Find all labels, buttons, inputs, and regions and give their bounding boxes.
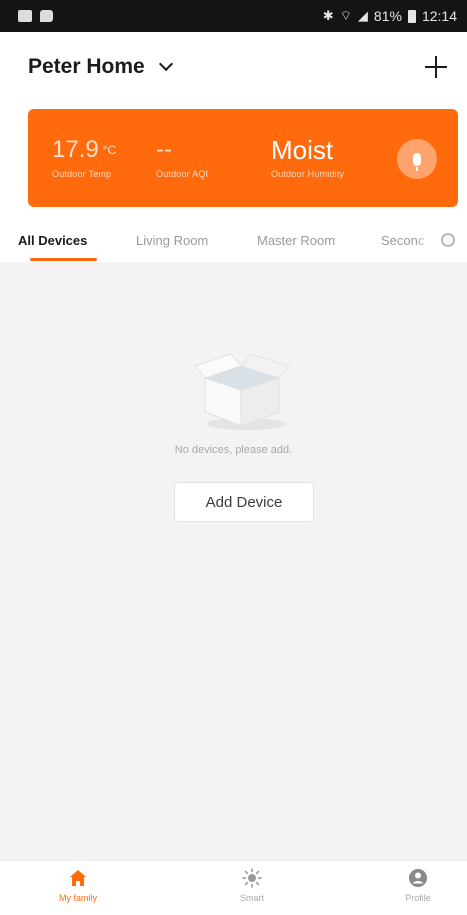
room-tabs: All Devices Living Room Master Room Seco… [0,218,467,262]
home-name: Peter Home [28,55,145,78]
temp-unit: °C [102,143,117,157]
humidity-label: Outdoor Humidity [271,169,345,179]
battery-percent: 81% [373,8,402,24]
message-notification-icon [40,10,53,22]
bluetooth-icon: ✱ [322,8,334,23]
device-list-area: No devices, please add. Add Device [0,262,467,860]
outdoor-temp: 17.9 °C Outdoor Temp [52,136,117,180]
outdoor-humidity: Moist Outdoor Humidity [271,137,344,179]
signal-icon: ◢ [357,8,368,23]
gallery-notification-icon [18,10,32,22]
temp-label: Outdoor Temp [52,169,112,179]
profile-icon [409,869,427,887]
add-icon[interactable] [425,56,447,78]
nav-label: My family [59,893,97,903]
home-selector[interactable]: Peter Home [28,55,173,79]
empty-message: No devices, please add. [174,444,293,456]
clock: 12:14 [421,8,457,24]
nav-label: Profile [405,893,431,903]
humidity-value: Moist [271,135,334,165]
active-tab-indicator [30,258,97,261]
nav-my-family[interactable]: My family [38,867,118,903]
app-header: Peter Home [0,32,467,102]
sun-icon [242,868,262,888]
microphone-icon [413,152,421,171]
tab-all-devices[interactable]: All Devices [18,233,87,248]
chevron-down-icon [158,56,173,72]
voice-button[interactable] [397,139,437,179]
nav-smart[interactable]: Smart [212,867,292,903]
status-bar: ✱ ⌔ ◢ 81% 12:14 [0,0,467,32]
tab-master-room[interactable]: Master Room [257,233,335,248]
empty-box-icon [194,353,290,430]
notification-icons [18,10,53,22]
wifi-icon: ⌔ [339,8,352,23]
tab-overflow-fade [415,226,437,256]
system-indicators: ✱ ⌔ ◢ 81% 12:14 [323,8,457,24]
battery-icon [407,9,416,23]
nav-profile[interactable]: Profile [378,867,458,903]
room-settings-icon[interactable] [441,233,455,247]
tab-living-room[interactable]: Living Room [136,233,208,248]
bottom-navigation: My family Smart Profile [0,860,467,915]
outdoor-aqi: -- Outdoor AQI [156,136,209,180]
home-icon [70,870,86,886]
aqi-label: Outdoor AQI [156,169,209,179]
aqi-value: -- [156,136,172,163]
temp-value: 17.9 [52,136,99,163]
weather-card: 17.9 °C Outdoor Temp -- Outdoor AQI Moist… [28,109,458,207]
add-device-button[interactable]: Add Device [174,482,314,522]
nav-label: Smart [239,893,264,903]
